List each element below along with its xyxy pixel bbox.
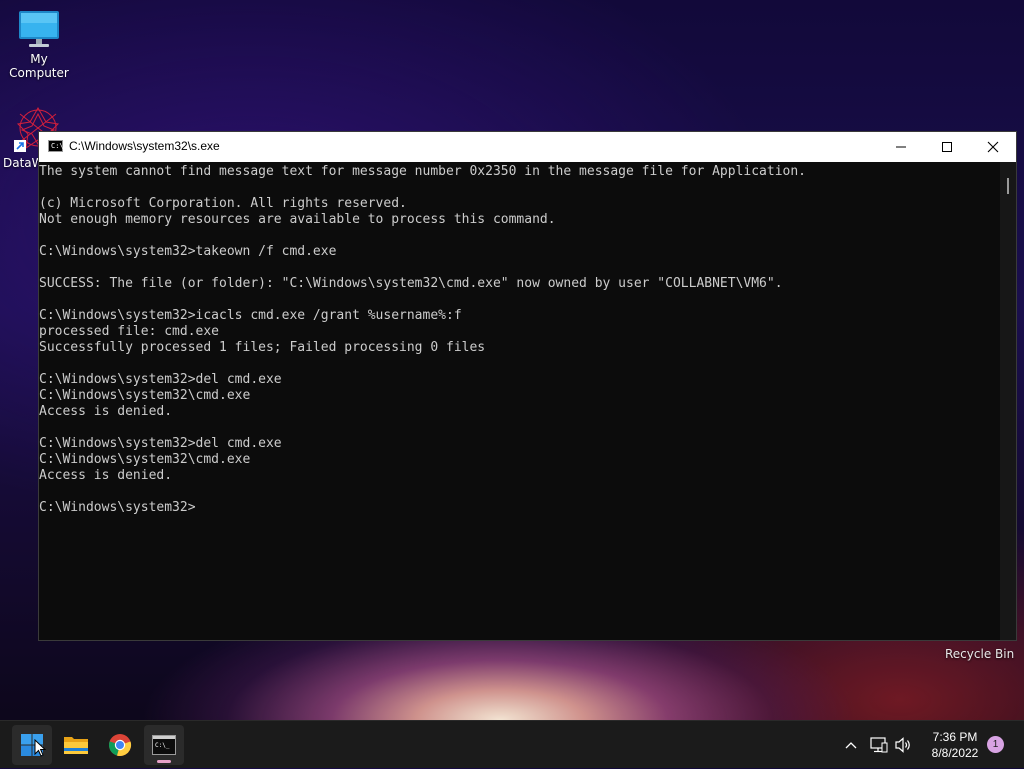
console-line: C:\Windows\system32>del cmd.exe xyxy=(39,436,282,451)
console-line: (c) Microsoft Corporation. All rights re… xyxy=(39,196,407,211)
clock-time: 7:36 PM xyxy=(932,730,978,744)
console-line: Successfully processed 1 files; Failed p… xyxy=(39,340,486,355)
svg-text:C:\_: C:\_ xyxy=(155,742,170,749)
console-line: C:\Windows\system32\cmd.exe xyxy=(39,388,251,403)
command-prompt-button[interactable]: C:\_ xyxy=(144,725,184,765)
close-button[interactable] xyxy=(970,132,1016,162)
network-icon xyxy=(870,737,888,753)
vertical-scrollbar[interactable] xyxy=(1000,162,1016,640)
console-output[interactable]: The system cannot find message text for … xyxy=(39,162,1000,640)
console-line: SUCCESS: The file (or folder): "C:\Windo… xyxy=(39,276,783,291)
chevron-up-icon xyxy=(845,742,857,749)
console-line: C:\Windows\system32>del cmd.exe xyxy=(39,372,282,387)
volume-icon xyxy=(895,737,910,753)
active-app-indicator xyxy=(157,760,171,763)
clock[interactable]: 7:36 PM 8/8/2022 xyxy=(922,729,988,761)
minimize-button[interactable] xyxy=(878,132,924,162)
console-app-icon-text: C:\_ xyxy=(51,142,68,150)
close-icon xyxy=(987,141,999,153)
show-hidden-icons-button[interactable] xyxy=(840,721,862,769)
scrollbar-thumb[interactable] xyxy=(1007,178,1009,194)
monitor-icon xyxy=(19,11,59,47)
command-prompt-icon: C:\_ xyxy=(152,735,176,755)
console-window[interactable]: C:\_ C:\Windows\system32\s.exe The syste… xyxy=(38,131,1017,641)
window-titlebar[interactable]: C:\_ C:\Windows\system32\s.exe xyxy=(39,132,1016,162)
maximize-button[interactable] xyxy=(924,132,970,162)
file-explorer-icon xyxy=(64,737,88,754)
notification-badge[interactable]: 1 xyxy=(987,736,1004,753)
volume-button[interactable] xyxy=(892,721,916,769)
window-title: C:\Windows\system32\s.exe xyxy=(69,139,220,153)
desktop-icon-label: My Computer xyxy=(9,52,69,80)
console-app-icon: C:\_ xyxy=(48,140,68,152)
console-line: C:\Windows\system32\cmd.exe xyxy=(39,452,251,467)
chrome-button[interactable] xyxy=(100,725,140,765)
desktop-icon-my-computer[interactable]: My Computer xyxy=(0,8,78,80)
console-line: Access is denied. xyxy=(39,468,173,483)
file-explorer-button[interactable] xyxy=(56,725,96,765)
clock-date: 8/8/2022 xyxy=(931,746,979,760)
taskbar: C:\_ 7:36 PM 8/8/2022 1 xyxy=(0,720,1024,768)
maximize-icon xyxy=(942,142,952,152)
console-line: Not enough memory resources are availabl… xyxy=(39,212,556,227)
console-line: The system cannot find message text for … xyxy=(39,164,807,179)
console-line: processed file: cmd.exe xyxy=(39,324,220,339)
recycle-bin-label[interactable]: Recycle Bin xyxy=(945,647,1014,661)
console-line: C:\Windows\system32> xyxy=(39,500,196,515)
console-line: C:\Windows\system32>icacls cmd.exe /gran… xyxy=(39,308,462,323)
start-button[interactable] xyxy=(12,725,52,765)
chrome-icon xyxy=(108,734,132,757)
console-line: Access is denied. xyxy=(39,404,173,419)
console-line: C:\Windows\system32>takeown /f cmd.exe xyxy=(39,244,337,259)
mouse-cursor-icon xyxy=(34,739,46,757)
network-button[interactable] xyxy=(867,721,891,769)
minimize-icon xyxy=(896,146,906,148)
